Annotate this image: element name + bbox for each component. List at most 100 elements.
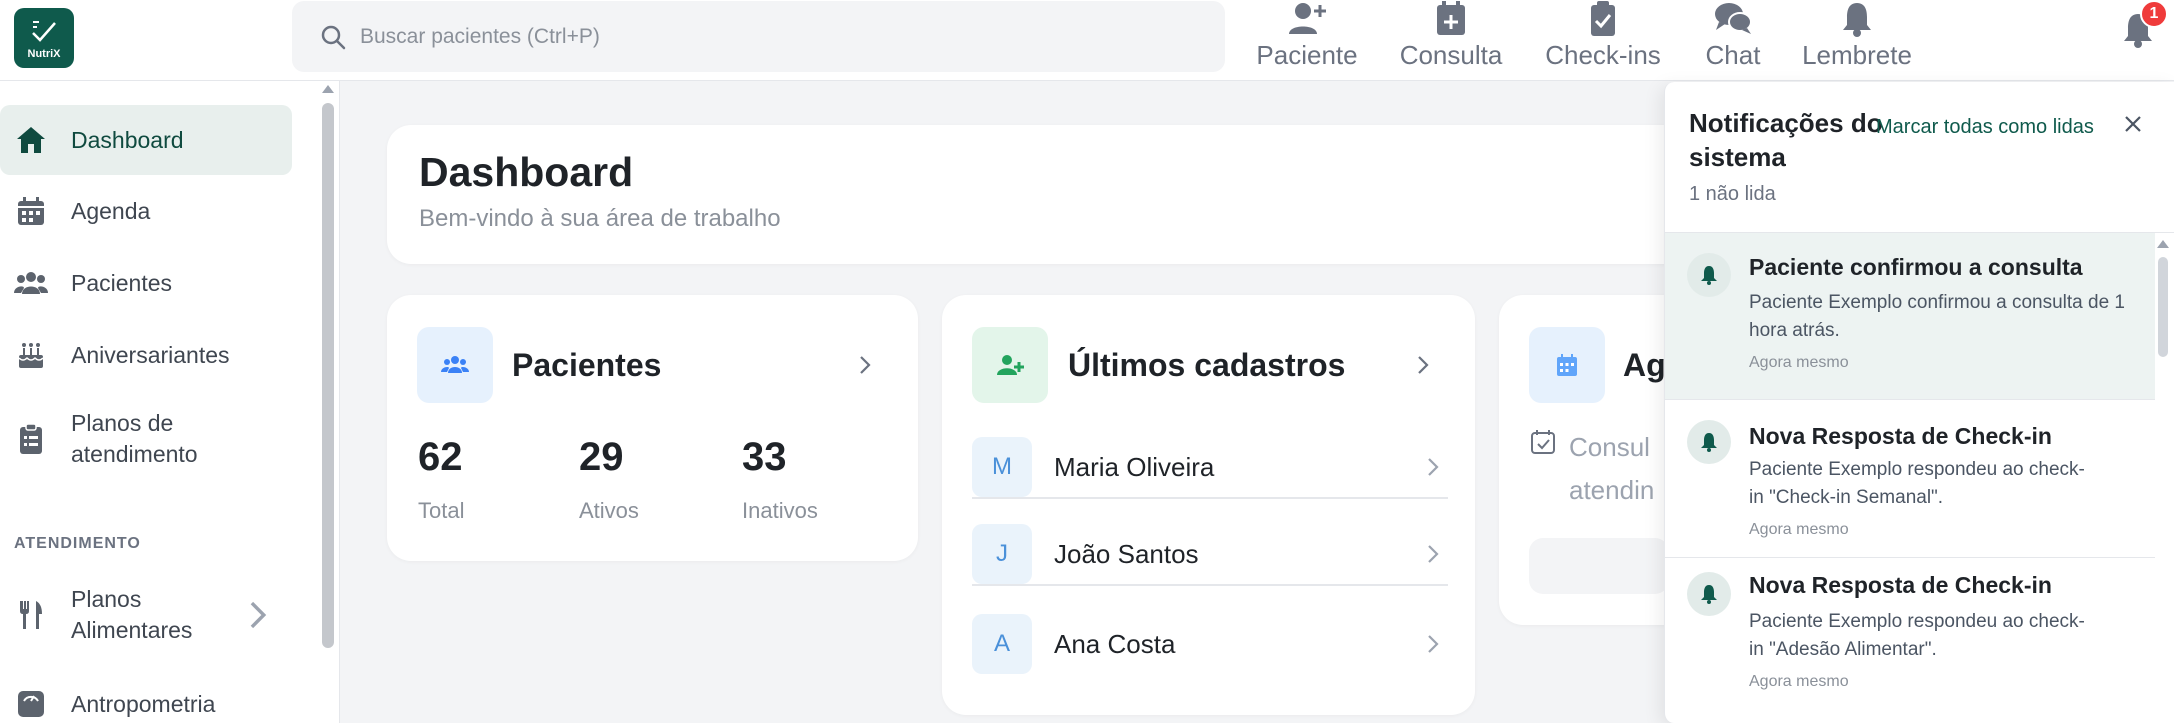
agenda-text-line: Consul: [1569, 432, 1650, 462]
calendar-icon: [18, 197, 44, 225]
avatar: A: [972, 614, 1032, 674]
chat-button[interactable]: Chat: [1702, 0, 1764, 78]
chat-icon: [1715, 3, 1752, 34]
sidebar-item-label: Planos de atendimento: [71, 410, 198, 467]
sidebar: Dashboard Agenda Pacientes Aniversariant…: [0, 81, 340, 723]
patients-card-icon-box: [417, 327, 493, 403]
stat-inactive-value: 33: [742, 435, 787, 479]
notification-time: Agora mesmo: [1749, 673, 1849, 690]
notification-time: Agora mesmo: [1749, 354, 1849, 371]
close-icon[interactable]: [2121, 112, 2145, 136]
chevron-right-icon: [1428, 458, 1439, 476]
notification-bell-icon-wrap: [1687, 420, 1731, 464]
notification-panel-title: Notificações do sistema: [1689, 108, 1883, 172]
sidebar-item-dashboard[interactable]: Dashboard: [0, 105, 292, 175]
agenda-card-icon-box: [1529, 327, 1605, 403]
recent-registrations-card: Últimos cadastros M Maria Oliveira J Joã…: [942, 295, 1475, 715]
clipboard-check-icon: [1591, 1, 1615, 36]
unread-count: 1 não lida: [1689, 183, 1776, 205]
patients-card[interactable]: Pacientes 62 Total 29 Ativos 33 Inativos: [387, 295, 918, 561]
add-user-icon: [1289, 3, 1326, 34]
chevron-right-icon: [1428, 635, 1439, 653]
new-consultation-button[interactable]: Consulta: [1399, 0, 1503, 78]
bell-icon: [1701, 585, 1717, 604]
mark-all-read-link[interactable]: Marcar todas como lidas: [1876, 116, 2094, 139]
chevron-right-icon[interactable]: [1411, 353, 1435, 377]
notification-bell-icon-wrap: [1687, 572, 1731, 616]
agenda-text-line: atendin: [1569, 475, 1655, 505]
patients-card-title: Pacientes: [512, 347, 662, 383]
sidebar-section-label: ATENDIMENTO: [14, 535, 141, 552]
reminder-button[interactable]: Lembrete: [1800, 0, 1914, 78]
clipboard-icon: [20, 423, 42, 454]
sidebar-item-pacientes[interactable]: Pacientes: [0, 253, 292, 313]
calendar-check-icon: [1531, 430, 1555, 454]
person-name: Maria Oliveira: [1054, 451, 1215, 482]
sidebar-item-label: Antropometria: [71, 690, 216, 717]
sidebar-item-label: Dashboard: [71, 126, 184, 153]
bell-icon: [1701, 266, 1717, 285]
recent-card-title: Últimos cadastros: [1068, 347, 1346, 383]
recent-card-icon-box: [972, 327, 1048, 403]
avatar: M: [972, 437, 1032, 497]
sidebar-item-label: Pacientes: [71, 269, 173, 296]
utensils-icon: [20, 601, 42, 629]
notification-scroll-up-arrow[interactable]: [2157, 240, 2169, 248]
add-patient-label: Paciente: [1256, 40, 1358, 70]
dashboard-header-card: Dashboard Bem-vindo à sua área de trabal…: [387, 125, 1687, 264]
list-item[interactable]: J João Santos: [972, 524, 1448, 586]
add-patient-button[interactable]: Paciente: [1256, 0, 1358, 78]
person-name: Ana Costa: [1054, 628, 1176, 659]
notification-bell-icon-wrap: [1687, 253, 1731, 297]
check-ins-label: Check-ins: [1545, 40, 1661, 70]
sidebar-item-planos-alimentares[interactable]: Planos Alimentares: [0, 577, 292, 653]
notification-item[interactable]: Nova Resposta de Check-in Paciente Exemp…: [1665, 400, 2155, 558]
stat-active-label: Ativos: [579, 498, 639, 523]
sidebar-item-label: Planos Alimentares: [71, 586, 193, 643]
chat-label: Chat: [1705, 40, 1761, 70]
agenda-action-button[interactable]: [1529, 538, 1669, 594]
search-bar[interactable]: [292, 1, 1225, 72]
agenda-card-title: Ag: [1623, 347, 1666, 383]
logo-text: NutriX: [27, 47, 61, 60]
users-icon: [14, 272, 48, 294]
new-consultation-label: Consulta: [1399, 40, 1503, 70]
bell-icon: [1701, 433, 1717, 452]
top-bar: NutriX Paciente Consulta Check-: [0, 0, 2174, 81]
stat-inactive-label: Inativos: [742, 498, 818, 523]
avatar: J: [972, 524, 1032, 584]
search-input[interactable]: [360, 24, 1160, 49]
sidebar-item-aniversariantes[interactable]: Aniversariantes: [0, 325, 292, 385]
cake-icon: [18, 343, 44, 368]
users-icon: [441, 356, 469, 373]
notification-title: Paciente confirmou a consulta: [1749, 254, 2083, 280]
sidebar-item-planos-de-atendimento[interactable]: Planos de atendimento: [0, 399, 292, 479]
notification-body: Paciente Exemplo respondeu ao check-in "…: [1749, 459, 2085, 508]
search-icon: [321, 25, 346, 49]
sidebar-item-antropometria[interactable]: Antropometria: [0, 679, 292, 723]
stat-active-value: 29: [579, 435, 624, 479]
page-title: Dashboard: [419, 149, 634, 195]
sidebar-scroll-up-arrow[interactable]: [322, 85, 334, 93]
calendar-plus-icon: [1437, 1, 1465, 35]
sidebar-item-agenda[interactable]: Agenda: [0, 181, 292, 241]
page-subtitle: Bem-vindo à sua área de trabalho: [419, 205, 781, 232]
notification-body: Paciente Exemplo respondeu ao check-in "…: [1749, 611, 2085, 660]
chevron-right-icon: [250, 601, 267, 629]
sidebar-scrollbar[interactable]: [322, 103, 334, 648]
notification-scrollbar[interactable]: [2158, 257, 2168, 357]
calendar-icon: [1557, 354, 1577, 376]
app-logo[interactable]: NutriX: [14, 8, 74, 68]
notification-item[interactable]: Paciente confirmou a consulta Paciente E…: [1665, 233, 2155, 400]
check-ins-button[interactable]: Check-ins: [1544, 0, 1662, 78]
chevron-right-icon[interactable]: [853, 353, 877, 377]
notification-panel: Notificações do sistema Marcar todas com…: [1664, 82, 2174, 723]
notification-item[interactable]: Nova Resposta de Check-in Paciente Exemp…: [1665, 558, 2155, 723]
list-item[interactable]: M Maria Oliveira: [972, 437, 1448, 499]
add-user-icon: [997, 355, 1024, 375]
logo-check-icon: [32, 20, 56, 42]
reminder-label: Lembrete: [1802, 40, 1912, 70]
notification-count-badge: 1: [2140, 0, 2168, 28]
list-item[interactable]: A Ana Costa: [972, 613, 1448, 675]
notification-title: Nova Resposta de Check-in: [1749, 572, 2052, 598]
